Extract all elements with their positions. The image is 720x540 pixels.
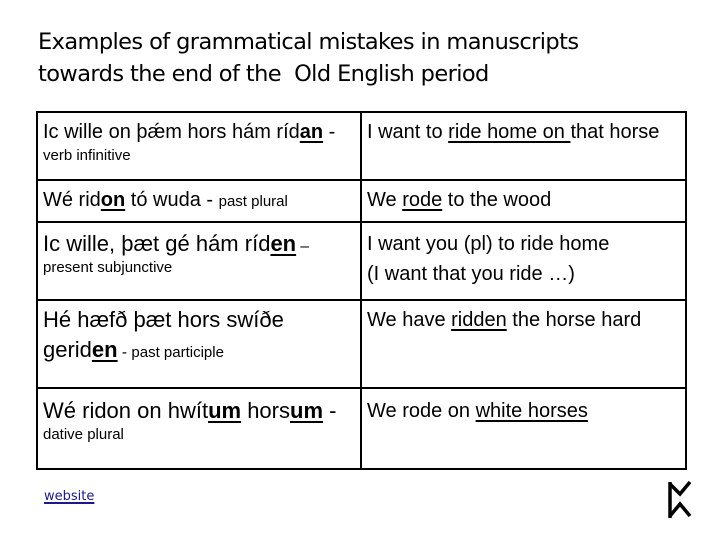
old-english-text: Wé rid: [43, 189, 101, 211]
translation-text: I want you (pl) to ride home: [367, 233, 610, 255]
translation-highlight: rode: [402, 189, 443, 211]
website-link[interactable]: website: [44, 489, 94, 504]
rune-peorth-icon: [668, 480, 692, 518]
grammar-label: verb infinitive: [43, 147, 131, 164]
examples-table: Ic wille on þǽm hors hám rídan - verb in…: [36, 111, 687, 470]
translation-highlight: white horses: [475, 400, 588, 422]
table-row: Ic wille on þǽm hors hám rídan - verb in…: [36, 111, 687, 181]
inflection-ending: an: [299, 121, 324, 143]
table-row: Ic wille, þæt gé hám ríden – present sub…: [36, 221, 687, 301]
old-english-text: Wé ridon on hwít: [43, 398, 209, 423]
separator: -: [200, 189, 219, 211]
table-row: Wé ridon on hwítum horsum - dative plura…: [36, 387, 687, 470]
translation-highlight: ride home on: [448, 121, 571, 143]
translation-text: to the wood: [442, 189, 552, 211]
translation-text: We have: [367, 309, 452, 331]
translation-cell: We rode on white horses: [360, 387, 687, 470]
old-english-cell: Ic wille, þæt gé hám ríden – present sub…: [36, 221, 362, 301]
rune-upper-stroke: [668, 480, 692, 497]
translation-cell: I want you (pl) to ride home (I want tha…: [360, 221, 687, 301]
inflection-ending: on: [100, 189, 126, 211]
old-english-cell: Ic wille on þǽm hors hám rídan - verb in…: [36, 111, 362, 181]
old-english-cell: Wé ridon tó wuda - past plural: [36, 179, 362, 223]
translation-cell: I want to ride home on that horse: [360, 111, 687, 181]
old-english-text: Ic wille, þæt gé hám ríd: [43, 231, 271, 256]
grammar-label: present subjunctive: [43, 259, 173, 276]
rune-lower-stroke: [668, 501, 692, 518]
translation-text: I want to: [367, 121, 449, 143]
old-english-text: tó wuda: [125, 189, 201, 211]
translation-cell: We rode to the wood: [360, 179, 687, 223]
inflection-ending: en: [270, 231, 297, 256]
translation-highlight: ridden: [451, 309, 507, 331]
inflection-ending: en: [91, 337, 118, 362]
separator: –: [296, 238, 310, 255]
translation-text: that horse: [570, 121, 660, 143]
old-english-cell: Hé hæfð þæt hors swíðe geriden - past pa…: [36, 299, 362, 389]
slide-title-line-1: Examples of grammatical mistakes in manu…: [38, 29, 579, 55]
translation-text: (I want that you ride …): [367, 263, 575, 285]
slide-title-line-2: towards the end of the Old English perio…: [38, 61, 489, 87]
separator: -: [323, 398, 337, 423]
separator: -: [117, 344, 132, 361]
separator: -: [323, 121, 336, 143]
translation-text: the horse hard: [506, 309, 642, 331]
slide-title: Examples of grammatical mistakes in manu…: [38, 26, 678, 90]
translation-text: We: [367, 189, 403, 211]
translation-text: We rode on: [367, 400, 476, 422]
old-english-cell: Wé ridon on hwítum horsum - dative plura…: [36, 387, 362, 470]
inflection-ending: um: [290, 398, 323, 423]
grammar-label: past plural: [218, 193, 288, 210]
translation-cell: We have ridden the horse hard: [360, 299, 687, 389]
grammar-label: dative plural: [43, 426, 124, 443]
table-row: Wé ridon tó wuda - past plural We rode t…: [36, 179, 687, 223]
grammar-label: past participle: [131, 344, 224, 361]
old-english-text: hors: [241, 398, 290, 423]
old-english-text: Ic wille on þǽm hors hám ríd: [43, 121, 300, 143]
table-row: Hé hæfð þæt hors swíðe geriden - past pa…: [36, 299, 687, 389]
inflection-ending: um: [208, 398, 242, 423]
